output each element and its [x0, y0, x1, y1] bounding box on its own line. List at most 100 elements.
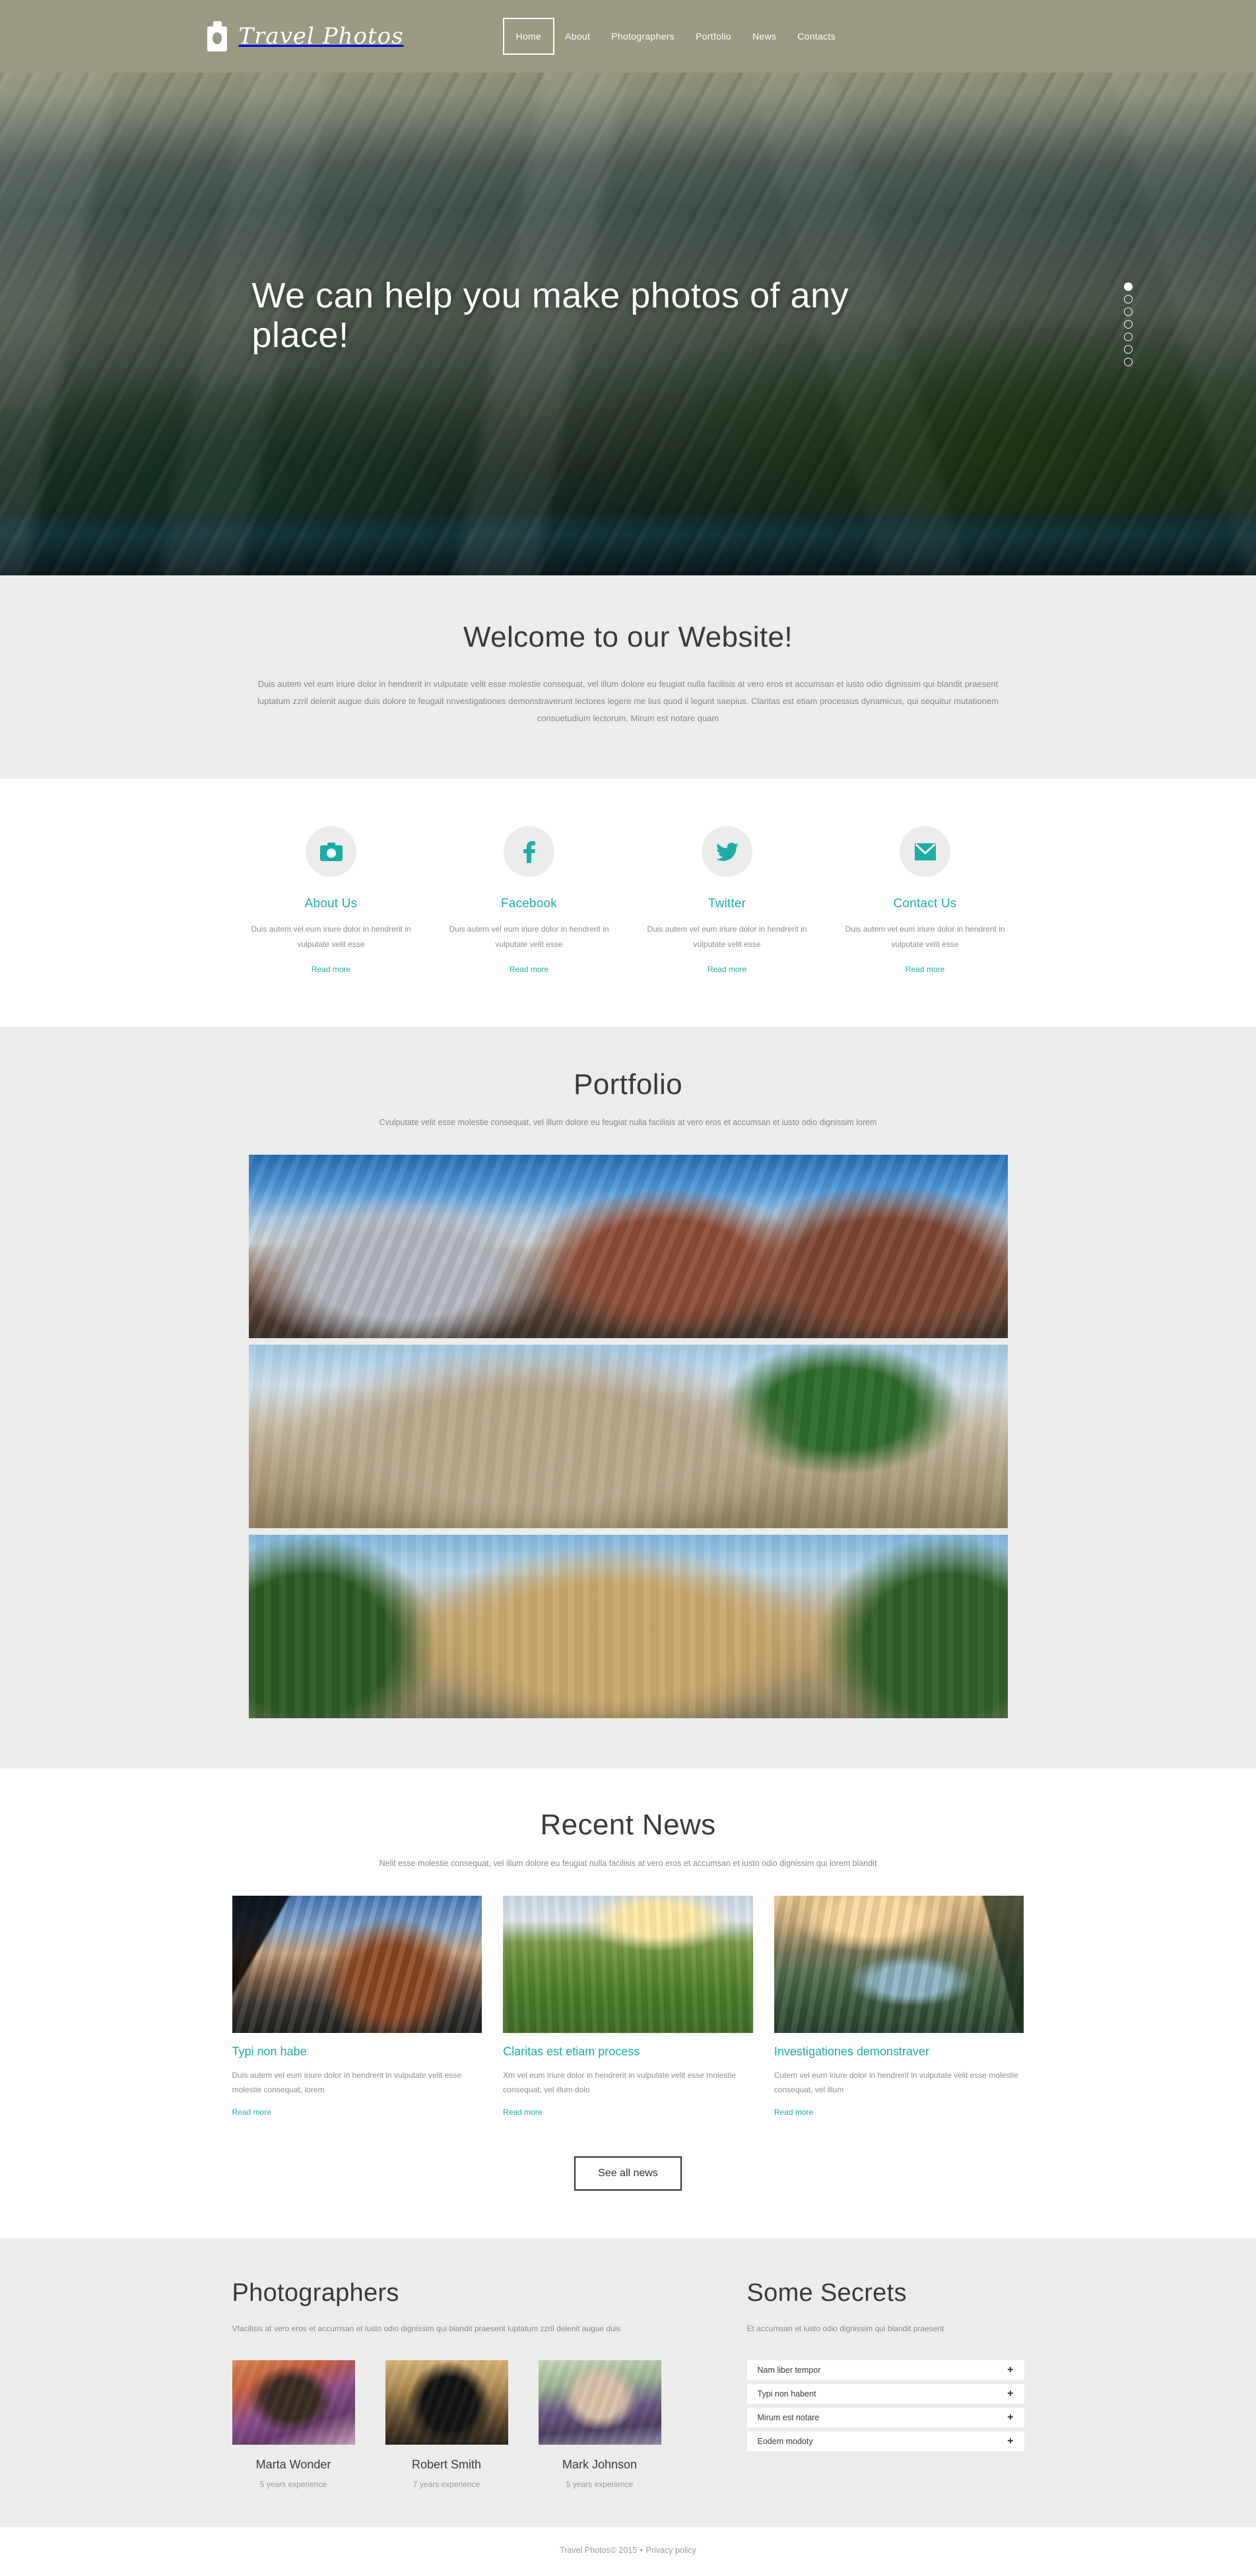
slider-dot-7[interactable] [1124, 358, 1133, 366]
slider-dot-6[interactable] [1124, 345, 1133, 354]
photographer-name: Mark Johnson [562, 2457, 638, 2471]
photographers-column: Photographers Vfacilisis at vero eros et… [232, 2279, 694, 2489]
news-card-text: Xm vel eum iriure dolor in hendrerit in … [503, 2070, 736, 2094]
feature-title: Contact Us [893, 897, 957, 911]
secrets-title: Some Secrets [746, 2278, 907, 2307]
nav-item-news[interactable]: News [742, 24, 787, 48]
slider-dot-2[interactable] [1124, 295, 1133, 304]
photographer-experience: 5 years experience [566, 2479, 634, 2489]
nav-item-portfolio[interactable]: Portfolio [685, 24, 742, 48]
photographers-title: Photographers [232, 2278, 399, 2307]
photographer-card: Robert Smith 7 years experience [385, 2360, 508, 2489]
see-all-news-button[interactable]: See all news [574, 2156, 682, 2191]
accordion-label: Nam liber tempor [757, 2365, 821, 2375]
camera-icon[interactable] [306, 826, 356, 878]
site-footer: Travel Photos© 2015 • Privacy policy [0, 2527, 1256, 2576]
site-header: Travel Photos Home About Photographers P… [0, 0, 1256, 73]
brand-logo-link[interactable]: Travel Photos [207, 21, 404, 51]
news-thumbnail-field[interactable] [503, 1895, 753, 2033]
accordion-label: Typi non habent [757, 2389, 816, 2399]
slider-dot-3[interactable] [1124, 307, 1133, 316]
facebook-icon[interactable] [504, 826, 554, 878]
hero-headline: We can help you make photos of any place… [251, 276, 849, 356]
feature-about-us: About Us Duis autem vel eum iriure dolor… [232, 826, 430, 975]
camera-icon [207, 21, 227, 51]
welcome-body: Duis autem vel eum iriure dolor in hendr… [257, 679, 999, 724]
main-navigation: Home About Photographers Portfolio News … [502, 18, 846, 55]
feature-title: Facebook [500, 897, 558, 911]
photographer-photo-marta[interactable] [232, 2360, 355, 2445]
photographers-and-secrets-section: Photographers Vfacilisis at vero eros et… [0, 2238, 1256, 2527]
portfolio-title: Portfolio [573, 1068, 682, 1101]
welcome-section: Welcome to our Website! Duis autem vel e… [0, 575, 1256, 779]
accordion-item-eodem-modoty[interactable]: Eodem modoty + [746, 2431, 1024, 2451]
feature-text: Duis autem vel eum iriure dolor in hendr… [449, 924, 609, 949]
feature-read-more-link[interactable]: Read more [312, 965, 350, 974]
plus-icon[interactable]: + [1007, 2435, 1013, 2447]
feature-twitter: Twitter Duis autem vel eum iriure dolor … [628, 826, 826, 975]
feature-text: Duis autem vel eum iriure dolor in hendr… [647, 924, 807, 949]
news-read-more-link[interactable]: Read more [232, 2108, 271, 2117]
photographer-name: Robert Smith [411, 2457, 482, 2471]
portfolio-image-colosseum[interactable] [248, 1535, 1008, 1719]
portfolio-image-mountains[interactable] [248, 1155, 1008, 1339]
feature-facebook: Facebook Duis autem vel eum iriure dolor… [430, 826, 628, 975]
brand-name: Travel Photos [238, 23, 404, 49]
portfolio-gallery [248, 1155, 1008, 1719]
news-card: Typi non habe Duis autem vel eum iriure … [232, 1895, 482, 2118]
twitter-icon[interactable] [702, 826, 752, 878]
plus-icon[interactable]: + [1007, 2388, 1013, 2399]
feature-read-more-link[interactable]: Read more [708, 965, 746, 974]
feature-text: Duis autem vel eum iriure dolor in hendr… [251, 924, 411, 949]
nav-item-photographers[interactable]: Photographers [601, 24, 685, 48]
accordion-label: Mirum est notare [757, 2412, 820, 2422]
photographer-experience: 7 years experience [413, 2479, 480, 2489]
accordion-label: Eodem modoty [757, 2436, 813, 2446]
secrets-column: Some Secrets Et accumsan et iusto odio d… [746, 2278, 1024, 2489]
feature-read-more-link[interactable]: Read more [906, 965, 944, 974]
slider-dot-1[interactable] [1124, 282, 1133, 291]
plus-icon[interactable]: + [1007, 2364, 1013, 2375]
news-card-text: Cutem vel eum iriure dolor in hendrerit … [774, 2070, 1018, 2094]
privacy-policy-link[interactable]: Privacy policy [646, 2546, 696, 2555]
hero-lake-water [0, 515, 1256, 575]
news-read-more-link[interactable]: Read more [503, 2108, 542, 2117]
accordion-item-mirum-est-notare[interactable]: Mirum est notare + [746, 2407, 1024, 2428]
feature-contact-us: Contact Us Duis autem vel eum iriure dol… [826, 826, 1024, 975]
news-card-title: Investigationes demonstraver [774, 2044, 929, 2058]
news-thumbnail-climber[interactable] [232, 1895, 482, 2033]
hero-slider-pagination [1124, 282, 1133, 366]
page-root: Travel Photos Home About Photographers P… [0, 0, 1256, 2576]
accordion-item-nam-liber-tempor[interactable]: Nam liber tempor + [746, 2360, 1024, 2380]
news-card: Claritas est etiam process Xm vel eum ir… [503, 1895, 753, 2118]
secrets-accordion: Nam liber tempor + Typi non habent + Mir… [746, 2360, 1024, 2451]
news-read-more-link[interactable]: Read more [774, 2108, 813, 2117]
slider-dot-5[interactable] [1124, 333, 1133, 341]
photographer-photo-mark[interactable] [538, 2360, 661, 2445]
feature-text: Duis autem vel eum iriure dolor in hendr… [845, 924, 1005, 949]
nav-item-home[interactable]: Home [502, 18, 555, 55]
envelope-icon[interactable] [900, 826, 950, 878]
footer-copyright: Travel Photos© 2015 [560, 2545, 638, 2555]
feature-read-more-link[interactable]: Read more [510, 965, 548, 974]
news-subtitle: Nelit esse molestie consequat, vel illum… [379, 1858, 877, 1868]
hero-copy: We can help you make photos of any place… [252, 276, 912, 356]
features-section: About Us Duis autem vel eum iriure dolor… [0, 779, 1256, 1027]
portfolio-section: Portfolio Cvulputate velit esse molestie… [0, 1026, 1256, 1769]
footer-separator: • [640, 2545, 644, 2555]
nav-item-about[interactable]: About [554, 24, 601, 48]
accordion-item-typi-non-habent[interactable]: Typi non habent + [746, 2383, 1024, 2404]
news-card-title: Typi non habe [232, 2044, 307, 2058]
portfolio-image-beach-boat[interactable] [248, 1345, 1008, 1529]
news-card-text: Duis autem vel eum iriure dolor in hendr… [232, 2070, 462, 2094]
photographer-card: Marta Wonder 5 years experience [232, 2360, 355, 2489]
photographer-photo-robert[interactable] [385, 2360, 508, 2445]
slider-dot-4[interactable] [1124, 320, 1133, 329]
nav-item-contacts[interactable]: Contacts [787, 24, 846, 48]
news-card-title: Claritas est etiam process [503, 2044, 640, 2058]
news-thumbnail-mountain-lake[interactable] [774, 1895, 1024, 2033]
news-card: Investigationes demonstraver Cutem vel e… [774, 1895, 1024, 2118]
news-section: Recent News Nelit esse molestie consequa… [0, 1768, 1256, 2238]
plus-icon[interactable]: + [1007, 2412, 1013, 2423]
hero-section: Travel Photos Home About Photographers P… [0, 0, 1256, 575]
